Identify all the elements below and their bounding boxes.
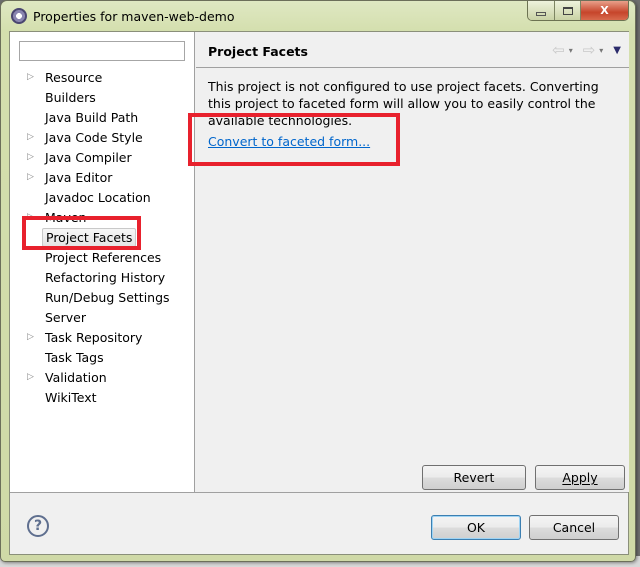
window-title: Properties for maven-web-demo — [33, 9, 235, 24]
tree-item-project-references[interactable]: Project References — [10, 247, 190, 267]
window-controls: X — [527, 1, 629, 21]
filter-input[interactable] — [19, 41, 185, 61]
help-icon[interactable]: ? — [27, 515, 49, 537]
tree-item-java-build-path[interactable]: Java Build Path — [10, 107, 190, 127]
back-history-dropdown-icon[interactable]: ▾ — [569, 46, 573, 55]
maximize-button[interactable] — [555, 1, 581, 20]
tree-item-label: Java Editor — [45, 169, 113, 185]
tree-item-label: Run/Debug Settings — [45, 289, 170, 305]
tree-item-validation[interactable]: ▷ Validation — [10, 367, 190, 387]
tree-item-javadoc-location[interactable]: Javadoc Location — [10, 187, 190, 207]
tree-item-label: Project Facets — [42, 227, 137, 247]
apply-button-label: Apply — [562, 470, 598, 485]
tree-item-label: Resource — [45, 69, 103, 85]
expand-arrow-icon[interactable]: ▷ — [27, 372, 39, 382]
close-icon: X — [600, 4, 609, 17]
maximize-icon — [562, 6, 573, 15]
page-header: Project Facets ⇦ ▾ ⇨ ▾ ▼ — [196, 32, 629, 68]
tree-item-label: Builders — [45, 89, 96, 105]
forward-arrow-icon[interactable]: ⇨ — [583, 43, 596, 58]
convert-to-faceted-form-link[interactable]: Convert to faceted form... — [208, 134, 370, 149]
tree-item-wikitext[interactable]: WikiText — [10, 387, 190, 407]
cancel-button[interactable]: Cancel — [529, 515, 619, 540]
tree-item-label: Task Repository — [45, 329, 143, 345]
expand-arrow-icon[interactable]: ▷ — [27, 152, 39, 162]
page-description: This project is not configured to use pr… — [208, 79, 599, 128]
tree-item-task-repository[interactable]: ▷ Task Repository — [10, 327, 190, 347]
revert-button[interactable]: Revert — [422, 465, 526, 490]
tree-item-label: Project References — [45, 249, 162, 265]
view-menu-icon[interactable]: ▼ — [613, 45, 621, 56]
eclipse-icon — [11, 8, 27, 24]
tree-item-run-debug-settings[interactable]: Run/Debug Settings — [10, 287, 190, 307]
tree-item-server[interactable]: Server — [10, 307, 190, 327]
apply-button[interactable]: Apply — [535, 465, 625, 490]
tree-item-label: Javadoc Location — [45, 189, 151, 205]
expand-arrow-icon[interactable]: ▷ — [27, 72, 39, 82]
tree-item-label: Validation — [45, 369, 107, 385]
tree-item-label: Java Compiler — [45, 149, 132, 165]
minimize-icon — [536, 11, 546, 16]
minimize-button[interactable] — [528, 1, 555, 20]
page-navigation: ⇦ ▾ ⇨ ▾ ▼ — [552, 43, 621, 58]
tree-item-label: WikiText — [45, 389, 97, 405]
tree-item-project-facets[interactable]: Project Facets — [10, 227, 190, 247]
property-page: Project Facets ⇦ ▾ ⇨ ▾ ▼ This project is… — [196, 32, 629, 492]
button-bar-separator — [10, 492, 628, 493]
close-button[interactable]: X — [581, 1, 628, 20]
tree-item-java-compiler[interactable]: ▷ Java Compiler — [10, 147, 190, 167]
tree-item-label: Java Build Path — [45, 109, 139, 125]
tree-item-java-code-style[interactable]: ▷ Java Code Style — [10, 127, 190, 147]
tree-item-label: Refactoring History — [45, 269, 166, 285]
tree-item-builders[interactable]: Builders — [10, 87, 190, 107]
expand-arrow-icon[interactable]: ▷ — [27, 172, 39, 182]
ok-button[interactable]: OK — [431, 515, 521, 540]
tree-item-java-editor[interactable]: ▷ Java Editor — [10, 167, 190, 187]
tree-item-resource[interactable]: ▷ Resource — [10, 67, 190, 87]
expand-arrow-icon[interactable]: ▷ — [27, 132, 39, 142]
tree-item-refactoring-history[interactable]: Refactoring History — [10, 267, 190, 287]
tree-item-label: Task Tags — [45, 349, 104, 365]
expand-arrow-icon[interactable]: ▷ — [27, 332, 39, 342]
forward-history-dropdown-icon[interactable]: ▾ — [599, 46, 603, 55]
page-title: Project Facets — [208, 44, 308, 59]
tree-item-label: Maven — [45, 209, 87, 225]
tree-item-label: Server — [45, 309, 86, 325]
tree-item-task-tags[interactable]: Task Tags — [10, 347, 190, 367]
tree-item-maven[interactable]: ▷ Maven — [10, 207, 190, 227]
tree-item-label: Java Code Style — [45, 129, 143, 145]
property-tree-pane: ▷ Resource Builders Java Build Path ▷ Java Co… — [10, 32, 195, 492]
back-arrow-icon[interactable]: ⇦ — [552, 43, 565, 58]
properties-dialog: Properties for maven-web-demo X ▷ Resourc… — [0, 0, 636, 562]
dialog-client-area: ▷ Resource Builders Java Build Path ▷ Java Co… — [9, 31, 629, 555]
title-bar[interactable]: Properties for maven-web-demo X — [1, 1, 635, 31]
expand-arrow-icon[interactable]: ▷ — [27, 212, 39, 222]
